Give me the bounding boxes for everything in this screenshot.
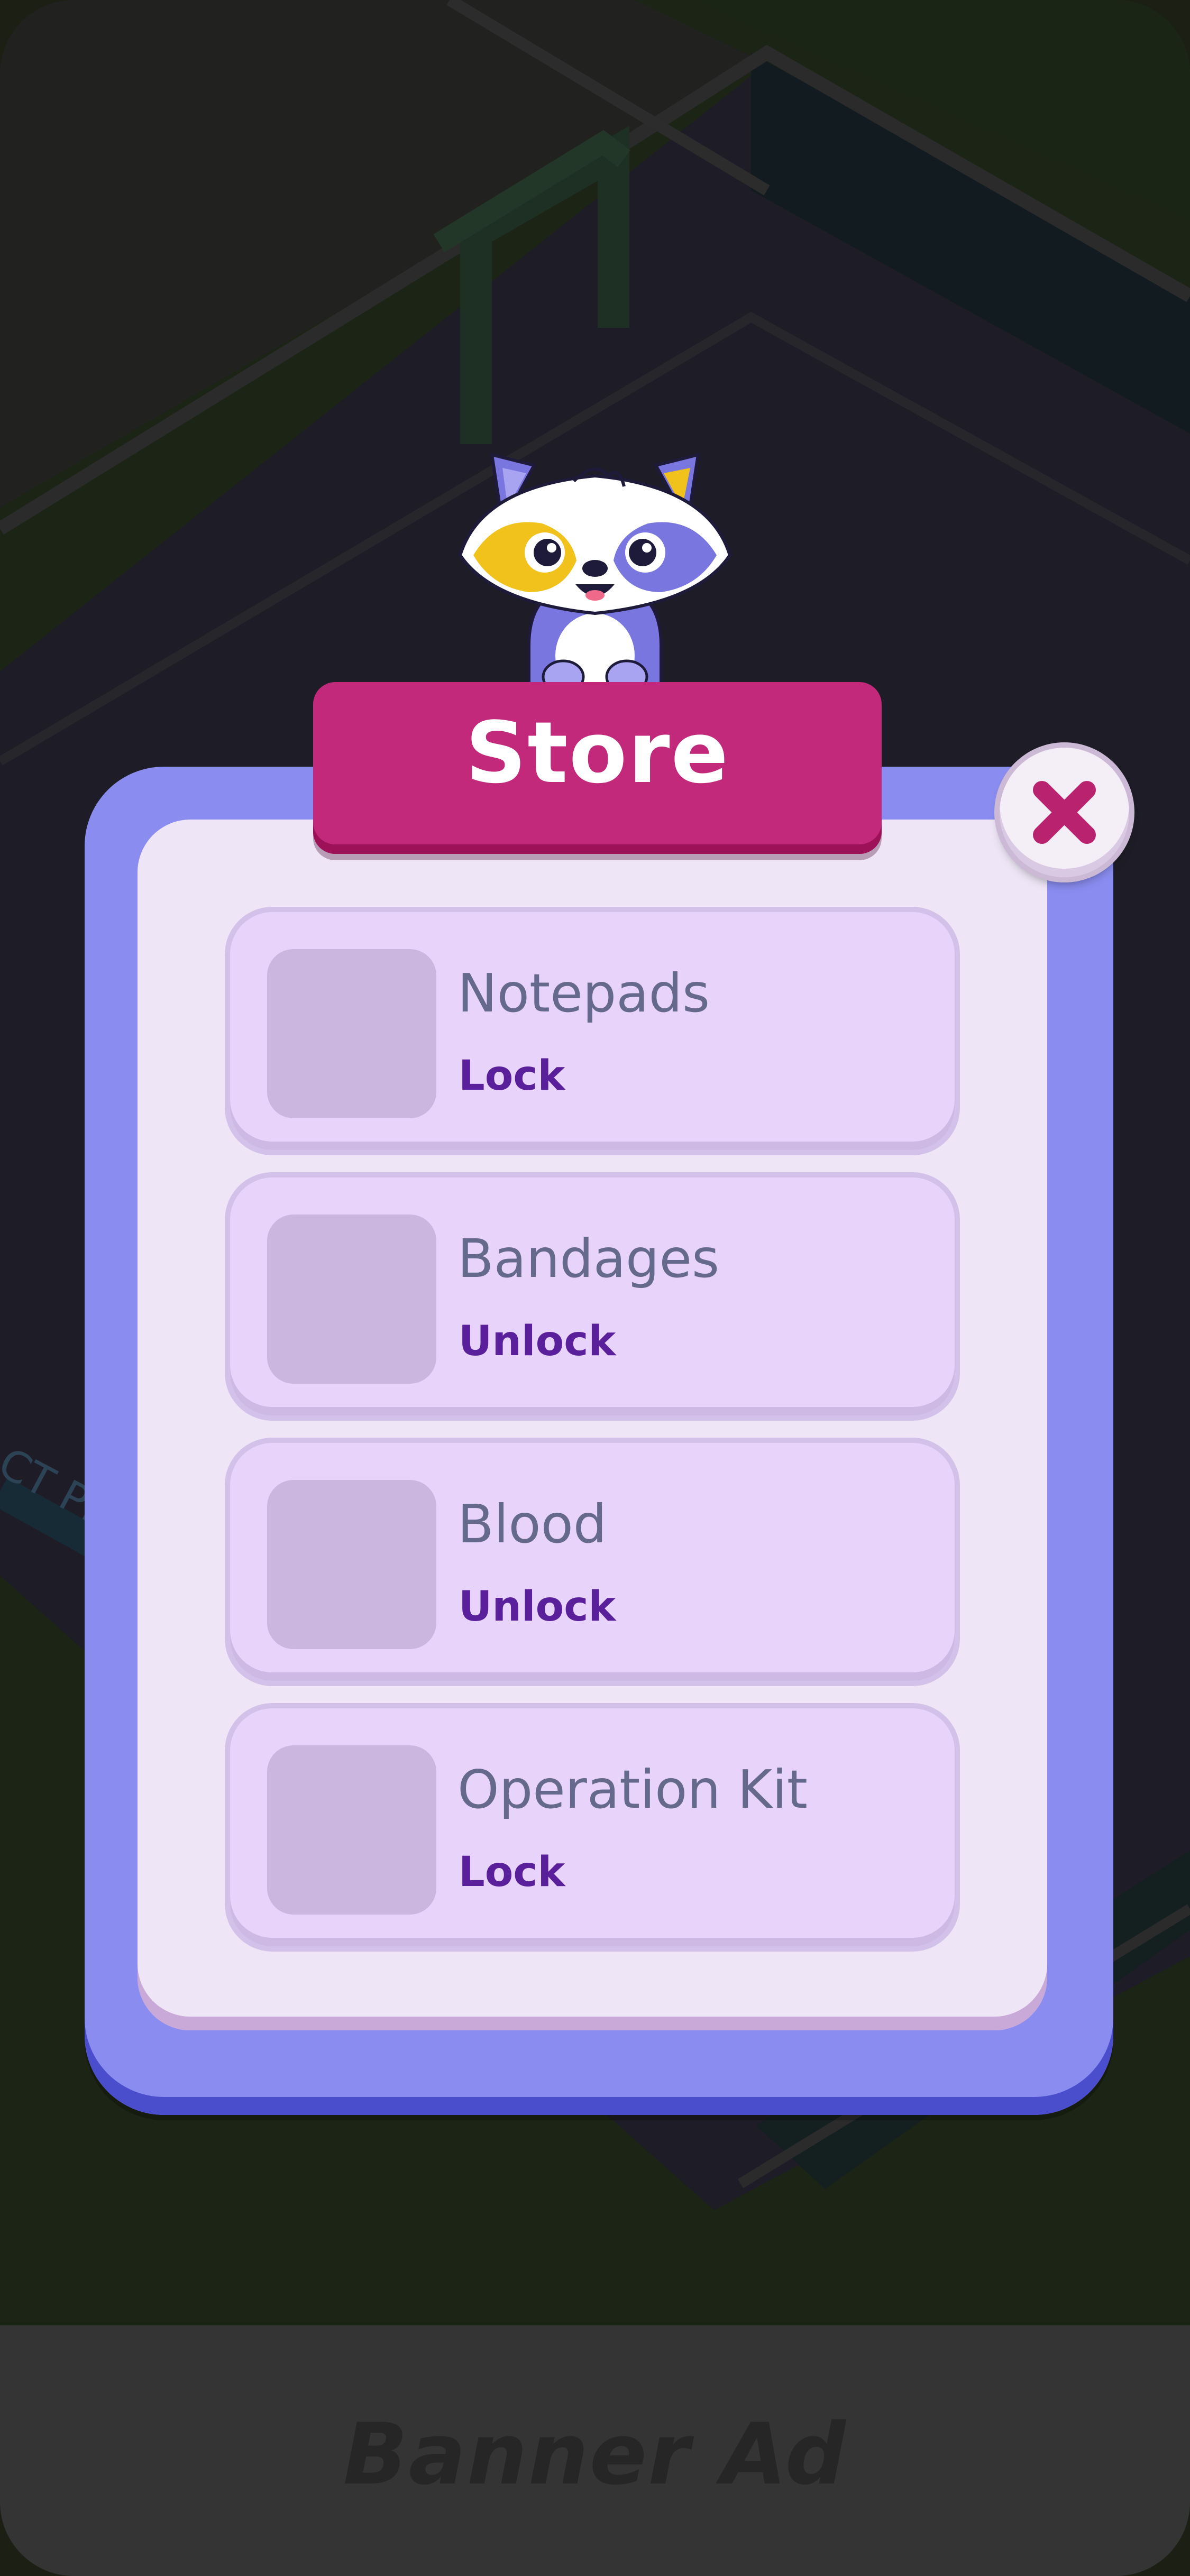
close-icon <box>1033 781 1096 844</box>
raccoon-mascot <box>458 452 732 709</box>
store-item-bandages[interactable]: Bandages Unlock <box>230 1177 955 1415</box>
store-title-plate: Store <box>313 682 882 854</box>
store-item-notepads[interactable]: Notepads Lock <box>230 912 955 1150</box>
item-thumbnail <box>267 1745 436 1915</box>
store-item-blood[interactable]: Blood Unlock <box>230 1443 955 1681</box>
item-name: Notepads <box>457 962 710 1024</box>
item-status-button[interactable]: Unlock <box>459 1583 616 1631</box>
item-status-button[interactable]: Lock <box>459 1052 565 1100</box>
item-name: Bandages <box>457 1228 720 1290</box>
item-status-button[interactable]: Lock <box>459 1848 565 1896</box>
item-thumbnail <box>267 949 436 1118</box>
item-thumbnail <box>267 1480 436 1649</box>
item-name: Operation Kit <box>457 1759 808 1820</box>
item-thumbnail <box>267 1215 436 1384</box>
banner-ad-label: Banner Ad <box>343 2405 847 2504</box>
store-title: Store <box>465 703 730 802</box>
item-name: Blood <box>457 1493 607 1555</box>
item-status-button[interactable]: Unlock <box>459 1318 616 1365</box>
store-item-operation-kit[interactable]: Operation Kit Lock <box>230 1708 955 1946</box>
game-screen: CT PE Store Notepads Lock Bandages Unloc… <box>0 0 1190 2576</box>
close-button[interactable] <box>1000 748 1129 877</box>
banner-ad[interactable]: Banner Ad <box>0 2325 1190 2576</box>
